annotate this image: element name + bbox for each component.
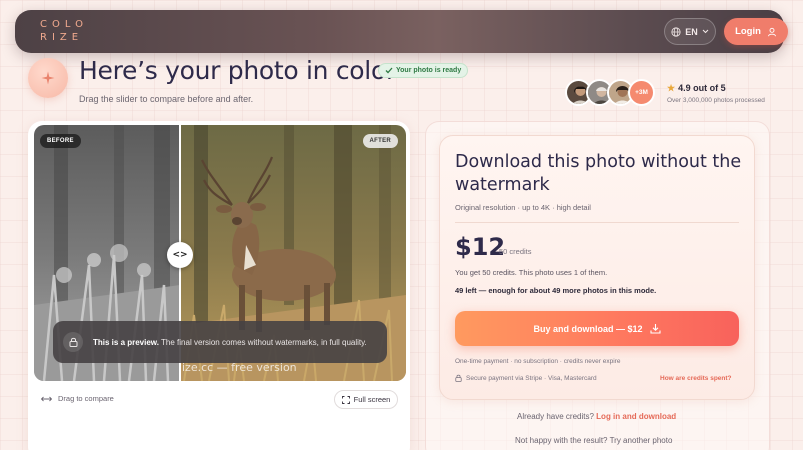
top-navigation-bar: COLO RIZE EN Login (15, 10, 788, 53)
login-download-link[interactable]: Log in and download (596, 412, 676, 421)
login-label: Login (735, 26, 761, 37)
page-title: Here’s your photo in color (79, 56, 396, 85)
rating-subtext: Over 3,000,000 photos processed (667, 97, 765, 104)
credits-left: 49 left — enough for about 49 more photo… (455, 286, 657, 295)
credits-amount: 50 credits (499, 247, 532, 256)
lock-icon (455, 374, 462, 382)
fullscreen-label: Full screen (353, 395, 391, 404)
star-icon: ★ (667, 83, 676, 93)
login-button[interactable]: Login (724, 18, 788, 45)
download-icon (649, 324, 661, 334)
preview-notice-bold: This is a preview. (93, 337, 159, 347)
rating-value: 4.9 out of 5 (678, 83, 726, 93)
sparkle-badge (28, 58, 68, 98)
credits-info-link[interactable]: How are credits spent? (660, 375, 732, 382)
drag-hint: Drag to compare (41, 394, 114, 403)
already-text: Already have credits? (517, 412, 594, 421)
user-icon (767, 27, 776, 36)
user-avatars: +3M (565, 79, 655, 107)
fullscreen-button[interactable]: Full screen (334, 390, 398, 409)
buy-download-label: Buy and download — $12 (533, 323, 643, 334)
globe-icon (671, 26, 681, 37)
credits-note: You get 50 credits. This photo uses 1 of… (455, 268, 608, 277)
payment-note: One-time payment · no subscription · cre… (455, 358, 621, 365)
arrows-horizontal-icon (41, 396, 52, 401)
after-label: AFTER (362, 134, 398, 148)
logo-line-2: RIZE (40, 32, 84, 43)
rating: ★ 4.9 out of 5 (667, 83, 726, 94)
language-selector[interactable]: EN (664, 18, 716, 45)
chevron-down-icon (702, 29, 709, 34)
sparkle-icon (41, 71, 55, 85)
language-code: EN (685, 26, 698, 37)
check-icon (385, 67, 393, 74)
secure-payment-label: Secure payment via Stripe · Visa, Master… (466, 374, 597, 382)
status-badge-label: Your photo is ready (396, 67, 462, 74)
drag-hint-label: Drag to compare (58, 394, 114, 403)
compare-slider-handle[interactable]: <> (167, 242, 193, 268)
buy-download-button[interactable]: Buy and download — $12 (455, 311, 739, 346)
page-subtitle: Drag the slider to compare before and af… (79, 94, 254, 104)
expand-icon (341, 395, 350, 404)
purchase-meta: Original resolution · up to 4K · high de… (455, 203, 591, 212)
preview-notice-rest: The final version comes without watermar… (158, 337, 367, 347)
already-have-credits: Already have credits? Log in and downloa… (517, 412, 676, 421)
price: $12 (455, 233, 506, 261)
status-badge: Your photo is ready (378, 63, 469, 78)
before-label: BEFORE (40, 134, 81, 148)
brand-logo[interactable]: COLO RIZE (40, 18, 88, 44)
try-another-photo[interactable]: Not happy with the result? Try another p… (515, 436, 672, 445)
logo-line-1: COLO (40, 19, 88, 30)
lock-icon (63, 332, 83, 352)
divider (455, 222, 739, 223)
preview-notice-text: This is a preview. The final version com… (93, 338, 367, 347)
preview-notice: This is a preview. The final version com… (53, 321, 387, 363)
secure-payment-note: Secure payment via Stripe · Visa, Master… (455, 374, 597, 382)
avatar-count: +3M (628, 79, 655, 106)
purchase-title: Download this photo without the watermar… (455, 152, 742, 195)
